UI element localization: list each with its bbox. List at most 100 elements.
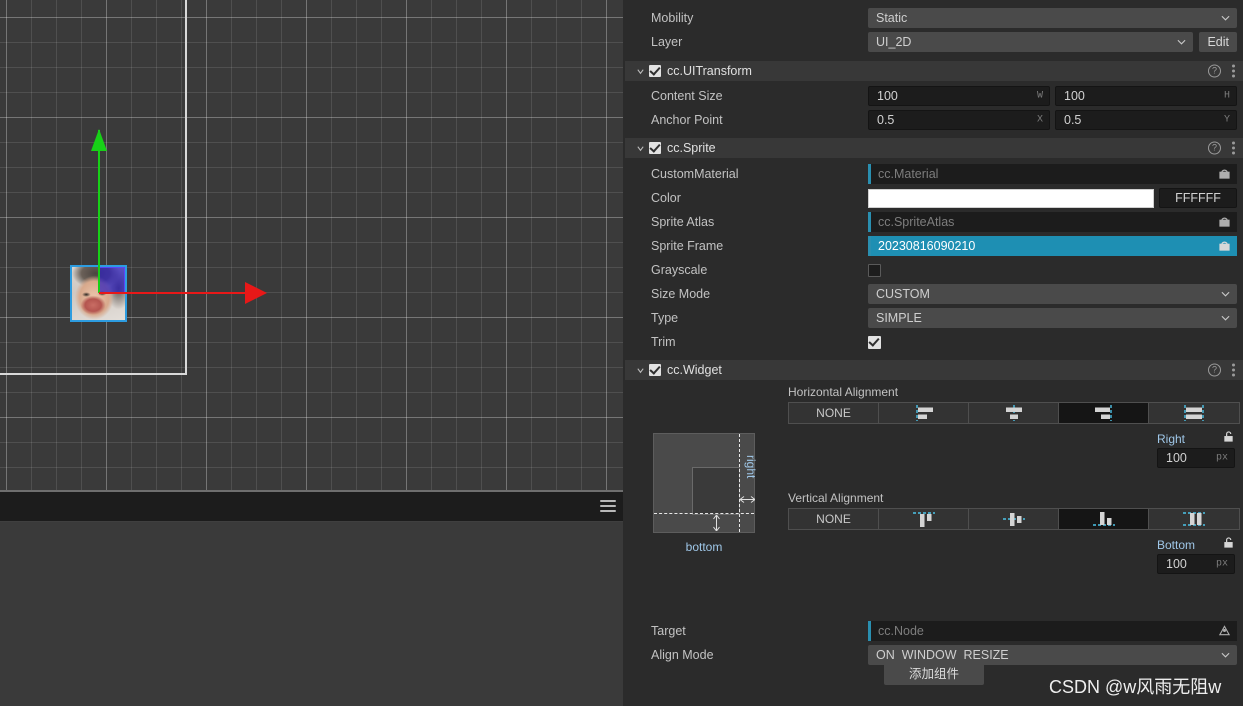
row-custom-material: CustomMaterial cc.Material bbox=[625, 162, 1243, 186]
align-option-align-left[interactable] bbox=[879, 403, 969, 423]
widget-bottom-measure-arrow-icon bbox=[712, 514, 721, 532]
y-suffix: Y bbox=[1223, 114, 1230, 126]
content-size-height-input[interactable]: 100 H bbox=[1055, 86, 1237, 106]
kebab-menu-icon[interactable] bbox=[1232, 141, 1235, 155]
align-option-align-bottom[interactable] bbox=[1059, 509, 1149, 529]
row-type: Type SIMPLE bbox=[625, 306, 1243, 330]
trim-label: Trim bbox=[651, 335, 676, 349]
sprite-frame-label: Sprite Frame bbox=[651, 239, 724, 253]
gizmo-x-axis-arrow-icon[interactable] bbox=[245, 282, 267, 304]
type-label: Type bbox=[651, 311, 679, 325]
scene-viewport[interactable]: 1000110012001300140015001600170018001900… bbox=[0, 0, 625, 706]
widget-preview-dashed-vertical bbox=[739, 434, 740, 532]
editor-window: 1000110012001300140015001600170018001900… bbox=[0, 0, 1243, 706]
chevron-down-icon[interactable] bbox=[633, 64, 647, 78]
sprite-frame-asset-field[interactable]: 20230816090210 bbox=[868, 236, 1237, 256]
mobility-select[interactable]: Static bbox=[868, 8, 1237, 28]
custom-material-asset-field[interactable]: cc.Material bbox=[868, 164, 1237, 184]
custom-material-label: CustomMaterial bbox=[651, 167, 739, 181]
layer-edit-button[interactable]: Edit bbox=[1199, 32, 1237, 52]
target-label: Target bbox=[651, 624, 686, 638]
sprite-atlas-asset-field[interactable]: cc.SpriteAtlas bbox=[868, 212, 1237, 232]
component-header-uitransform[interactable]: cc.UITransform ? bbox=[625, 60, 1243, 82]
gizmo-y-axis-arrow-icon[interactable] bbox=[91, 129, 107, 151]
layer-select[interactable]: UI_2D bbox=[868, 32, 1194, 52]
size-mode-select[interactable]: CUSTOM bbox=[868, 284, 1237, 304]
chevron-down-icon bbox=[1221, 651, 1230, 660]
row-anchor-point: Anchor Point 0.5 X 0.5 Y bbox=[625, 108, 1243, 132]
uitransform-title: cc.UITransform bbox=[667, 64, 752, 78]
color-hex-input[interactable]: FFFFFF bbox=[1159, 188, 1237, 208]
right-unit: px bbox=[1215, 452, 1228, 464]
anchor-point-y-input[interactable]: 0.5 Y bbox=[1055, 110, 1237, 130]
trim-checkbox[interactable] bbox=[868, 335, 881, 349]
target-value: cc.Node bbox=[878, 624, 924, 638]
right-value-input[interactable]: 100 px bbox=[1157, 448, 1235, 468]
gizmo-x-axis[interactable] bbox=[99, 292, 247, 294]
help-icon[interactable]: ? bbox=[1208, 64, 1221, 78]
chevron-down-icon bbox=[1177, 38, 1186, 47]
align-option-none[interactable]: NONE bbox=[789, 403, 879, 423]
layer-label: Layer bbox=[651, 35, 683, 49]
align-option-align-top[interactable] bbox=[879, 509, 969, 529]
type-value: SIMPLE bbox=[876, 311, 922, 325]
asset-picker-icon[interactable] bbox=[1218, 168, 1231, 181]
horizontal-alignment-label: Horizontal Alignment bbox=[788, 385, 899, 399]
scene-grid bbox=[0, 0, 625, 492]
align-option-none[interactable]: NONE bbox=[789, 509, 879, 529]
color-swatch[interactable] bbox=[868, 188, 1154, 208]
component-header-sprite[interactable]: cc.Sprite ? bbox=[625, 137, 1243, 159]
row-color: Color FFFFFF bbox=[625, 186, 1243, 210]
target-node-field[interactable]: cc.Node bbox=[868, 621, 1237, 641]
help-icon[interactable]: ? bbox=[1208, 141, 1221, 155]
gizmo-plane-handle[interactable] bbox=[98, 267, 125, 294]
align-top-icon bbox=[909, 509, 939, 529]
align-option-align-middle[interactable] bbox=[969, 509, 1059, 529]
asset-picker-icon[interactable] bbox=[1218, 216, 1231, 229]
align-bottom-icon bbox=[1089, 509, 1119, 529]
grayscale-label: Grayscale bbox=[651, 263, 708, 277]
chevron-down-icon[interactable] bbox=[633, 363, 647, 377]
sprite-enabled-checkbox[interactable] bbox=[649, 142, 661, 154]
row-sprite-atlas: Sprite Atlas cc.SpriteAtlas bbox=[625, 210, 1243, 234]
align-option-align-horizontal-stretch[interactable] bbox=[1149, 403, 1239, 423]
vertical-alignment-label: Vertical Alignment bbox=[788, 491, 884, 505]
grayscale-checkbox[interactable] bbox=[868, 263, 881, 277]
asset-picker-icon[interactable] bbox=[1218, 240, 1231, 253]
anchor-point-x-input[interactable]: 0.5 X bbox=[868, 110, 1050, 130]
mobility-label: Mobility bbox=[651, 11, 694, 25]
align-horizontal-stretch-icon bbox=[1171, 404, 1217, 422]
sprite-title: cc.Sprite bbox=[667, 141, 716, 155]
help-icon[interactable]: ? bbox=[1208, 363, 1221, 377]
content-size-width-input[interactable]: 100 W bbox=[868, 86, 1050, 106]
add-component-button[interactable]: 添加组件 bbox=[884, 659, 984, 685]
align-option-align-center[interactable] bbox=[969, 403, 1059, 423]
row-content-size: Content Size 100 W 100 H bbox=[625, 84, 1243, 108]
horizontal-alignment-group[interactable]: NONE bbox=[788, 402, 1240, 424]
type-select[interactable]: SIMPLE bbox=[868, 308, 1237, 328]
right-lock-row: Right bbox=[1157, 430, 1235, 448]
widget-enabled-checkbox[interactable] bbox=[649, 364, 661, 376]
console-panel[interactable] bbox=[0, 492, 625, 522]
chevron-down-icon[interactable] bbox=[633, 141, 647, 155]
bottom-side-label: Bottom bbox=[1157, 538, 1196, 552]
uitransform-enabled-checkbox[interactable] bbox=[649, 65, 661, 77]
bottom-value-input[interactable]: 100 px bbox=[1157, 554, 1235, 574]
align-option-align-vertical-stretch[interactable] bbox=[1149, 509, 1239, 529]
node-icon[interactable] bbox=[1218, 625, 1231, 638]
hamburger-icon[interactable] bbox=[600, 500, 616, 512]
gizmo-y-axis[interactable] bbox=[98, 130, 100, 293]
unlocked-icon[interactable] bbox=[1222, 430, 1235, 448]
kebab-menu-icon[interactable] bbox=[1232, 363, 1235, 377]
component-header-widget[interactable]: cc.Widget ? bbox=[625, 359, 1243, 381]
row-size-mode: Size Mode CUSTOM bbox=[625, 282, 1243, 306]
height-suffix: H bbox=[1223, 90, 1230, 102]
kebab-menu-icon[interactable] bbox=[1232, 64, 1235, 78]
align-option-align-right[interactable] bbox=[1059, 403, 1149, 423]
right-value: 100 bbox=[1166, 451, 1187, 465]
watermark-text: CSDN @w风雨无阻w bbox=[1049, 677, 1222, 697]
unlocked-icon[interactable] bbox=[1222, 536, 1235, 554]
vertical-alignment-group[interactable]: NONE bbox=[788, 508, 1240, 530]
align-middle-icon bbox=[999, 509, 1029, 529]
align-mode-label: Align Mode bbox=[651, 648, 714, 662]
